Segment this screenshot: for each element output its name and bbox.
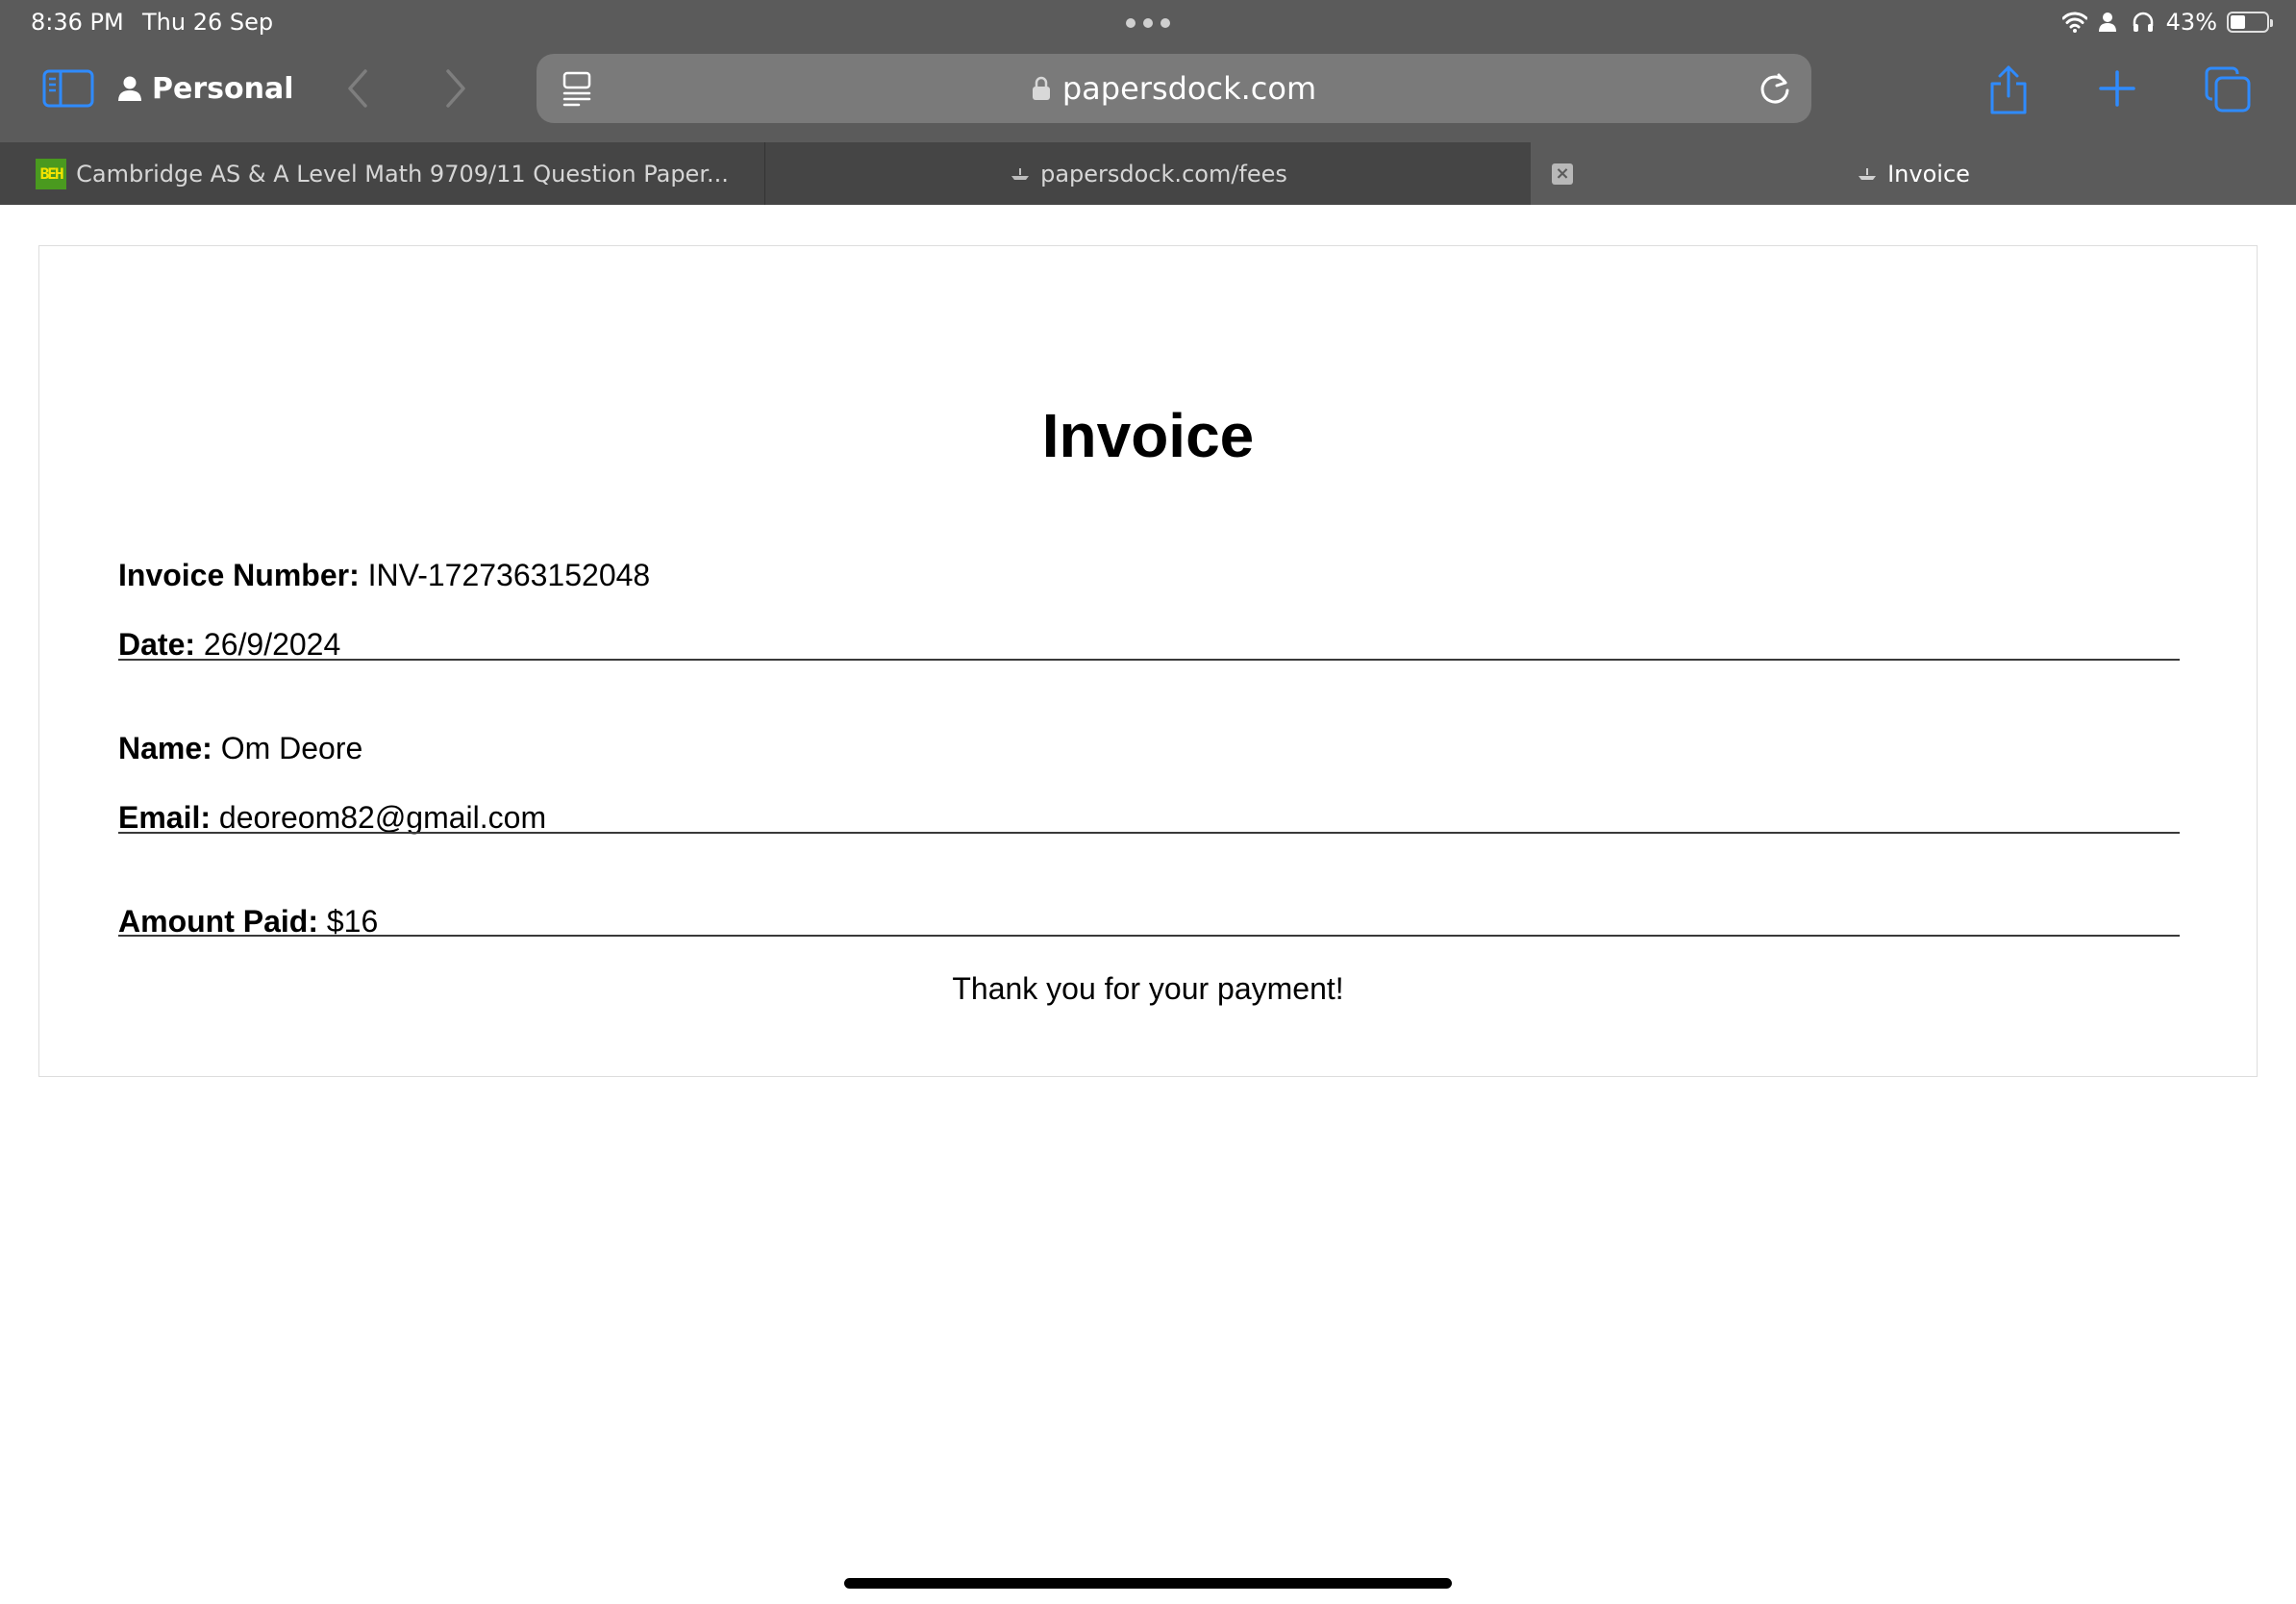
share-button[interactable]	[1984, 63, 2033, 117]
tab-cambridge[interactable]: BEH Cambridge AS & A Level Math 9709/11 …	[0, 142, 765, 205]
person-icon	[118, 76, 141, 101]
boat-favicon-icon	[1859, 167, 1877, 180]
back-button[interactable]	[340, 67, 375, 110]
tabs-overview-button[interactable]	[2204, 65, 2252, 113]
close-tab-icon[interactable]: ×	[1552, 163, 1573, 185]
profile-button[interactable]: Personal	[117, 65, 293, 112]
name-row: Name: Om Deore	[118, 731, 362, 766]
thank-you-message: Thank you for your payment!	[952, 971, 1344, 1006]
status-date: Thu 26 Sep	[142, 9, 274, 36]
date-row: Date: 26/9/2024	[118, 627, 340, 663]
forward-chevron-icon	[446, 69, 465, 108]
profile-label: Personal	[152, 71, 294, 106]
invoice-number-label: Invoice Number:	[118, 558, 360, 592]
status-bar: 8:36 PM Thu 26 Sep 43%	[0, 0, 2296, 44]
divider	[118, 659, 2180, 661]
address-bar[interactable]: papersdock.com	[537, 54, 1811, 123]
name-label: Name:	[118, 731, 212, 765]
headphones-icon	[2132, 11, 2157, 34]
share-icon	[1990, 65, 2027, 114]
date-value: 26/9/2024	[203, 627, 341, 662]
boat-favicon-icon	[1011, 167, 1030, 180]
back-chevron-icon	[348, 69, 367, 108]
tab-label: Invoice	[1887, 160, 1970, 188]
date-label: Date:	[118, 627, 196, 662]
name-value: Om Deore	[220, 731, 363, 765]
status-time: 8:36 PM	[31, 9, 124, 36]
url-text[interactable]: papersdock.com	[1062, 70, 1316, 107]
new-tab-button[interactable]	[2094, 65, 2140, 112]
email-value: deoreom82@gmail.com	[218, 800, 547, 835]
invoice-number-value: INV-1727363152048	[367, 558, 651, 592]
email-label: Email:	[118, 800, 212, 835]
tab-strip: BEH Cambridge AS & A Level Math 9709/11 …	[0, 142, 2296, 205]
tab-label: papersdock.com/fees	[1040, 160, 1287, 188]
amount-value: $16	[326, 904, 379, 939]
divider	[118, 832, 2180, 834]
person-icon	[2097, 11, 2122, 34]
reload-icon	[1760, 73, 1789, 104]
tab-fees[interactable]: papersdock.com/fees	[766, 142, 1531, 205]
tab-label: Cambridge AS & A Level Math 9709/11 Ques…	[76, 160, 729, 188]
battery-icon	[2227, 12, 2273, 33]
page-title: Invoice	[1041, 401, 1255, 470]
browser-chrome: 8:36 PM Thu 26 Sep 43% Personal papersdo…	[0, 0, 2296, 205]
battery-percent: 43%	[2165, 9, 2217, 36]
tabs-overview-icon	[2205, 66, 2251, 113]
page-content: Invoice Invoice Number: INV-172736315204…	[0, 205, 2296, 1604]
invoice-number-row: Invoice Number: INV-1727363152048	[118, 558, 650, 593]
home-indicator[interactable]	[844, 1578, 1452, 1589]
status-indicators: 43%	[2061, 8, 2273, 37]
reload-button[interactable]	[1756, 69, 1794, 108]
email-row: Email: deoreom82@gmail.com	[118, 800, 546, 836]
browser-toolbar: Personal papersdock.com	[0, 44, 2296, 142]
beh-favicon-icon: BEH	[36, 158, 67, 189]
amount-label: Amount Paid:	[118, 904, 318, 939]
wifi-icon	[2061, 11, 2088, 34]
tab-invoice[interactable]: × Invoice	[1531, 142, 2296, 205]
multitasking-dots-icon[interactable]	[1126, 18, 1170, 28]
sidebar-toggle-button[interactable]	[42, 69, 94, 108]
sidebar-icon	[42, 69, 94, 108]
forward-button[interactable]	[438, 67, 473, 110]
lock-icon	[1032, 76, 1050, 100]
divider	[118, 935, 2180, 937]
invoice-card: Invoice Invoice Number: INV-172736315204…	[38, 245, 2258, 1077]
plus-icon	[2099, 70, 2135, 107]
